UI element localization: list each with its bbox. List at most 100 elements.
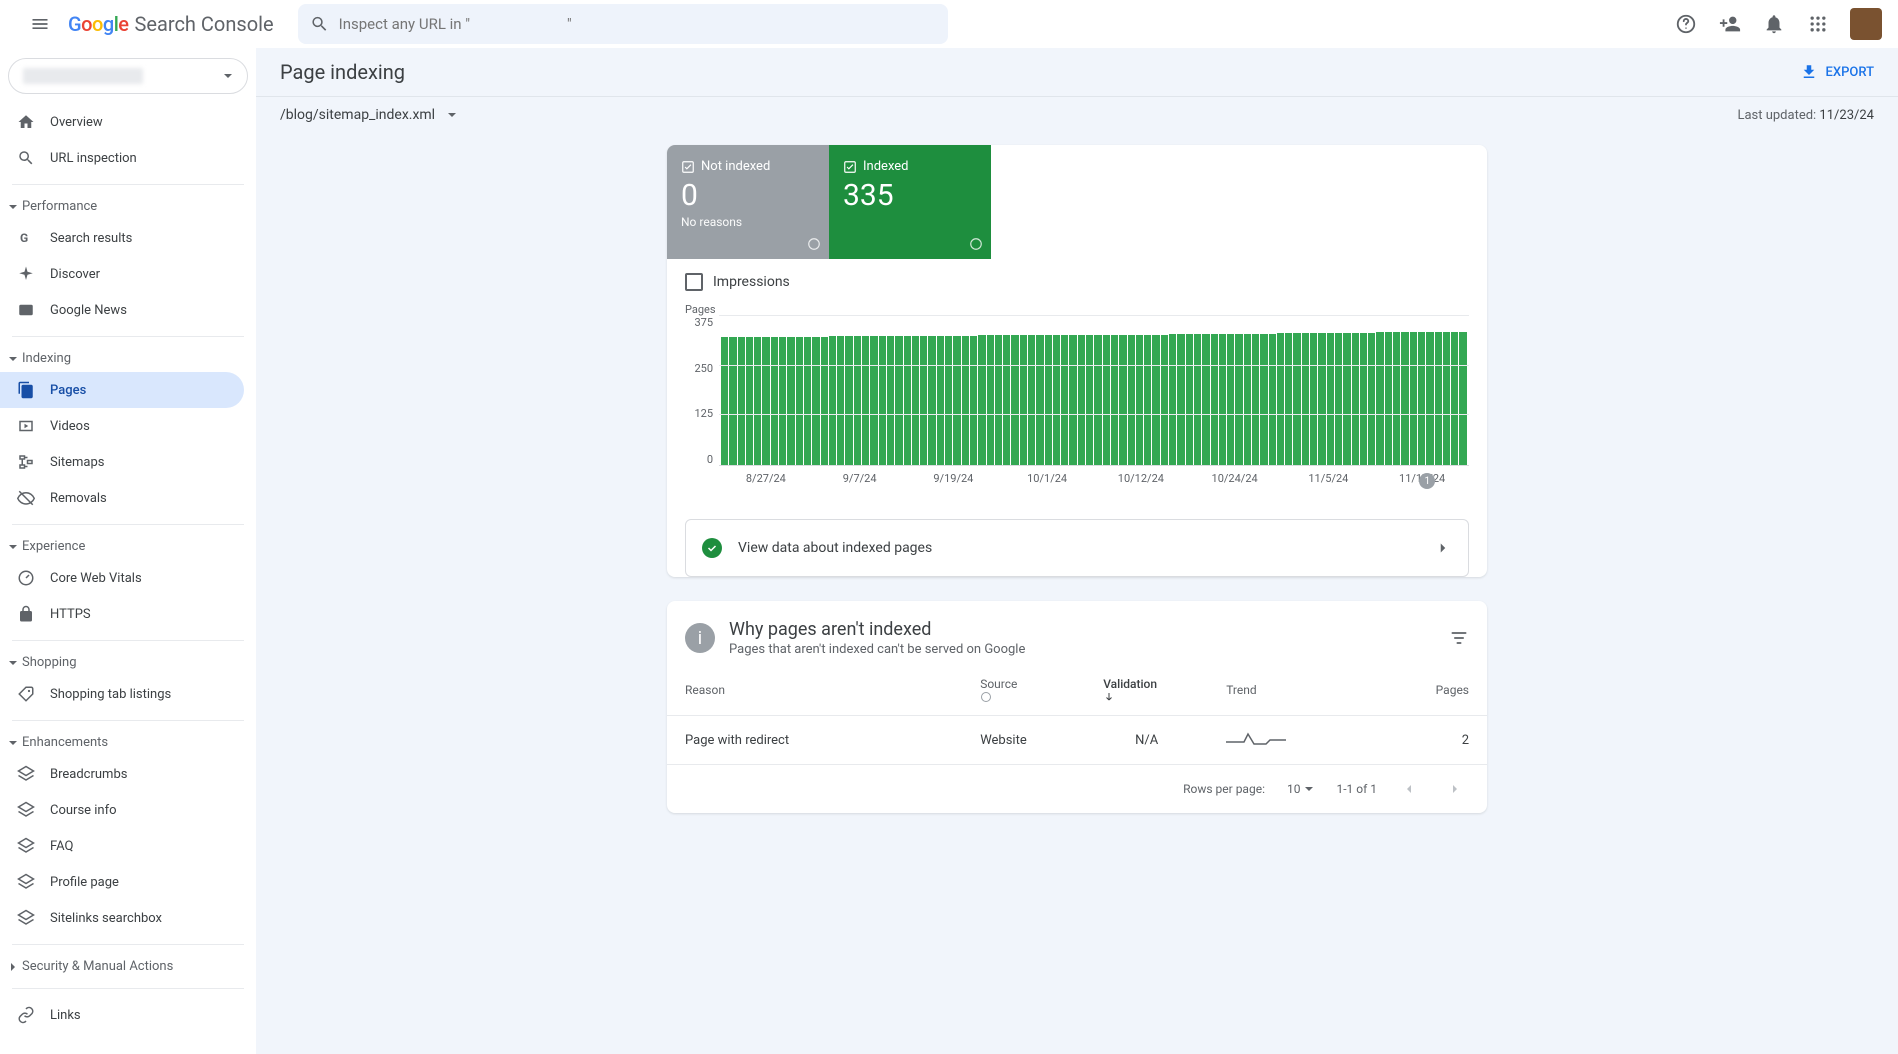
sidebar-section-enhancements[interactable]: Enhancements <box>0 729 256 756</box>
layers-icon <box>17 909 35 927</box>
sidebar-item-url-inspection[interactable]: URL inspection <box>0 140 244 176</box>
reasons-title: Why pages aren't indexed <box>729 619 1025 640</box>
chevron-down-icon <box>1304 784 1314 794</box>
search-icon <box>17 149 35 167</box>
checkbox-icon <box>843 160 857 174</box>
pages-chart: Pages 3752501250 1 8/27/249/7/249/19/241… <box>667 297 1487 503</box>
sidebar-item-removals[interactable]: Removals <box>0 480 244 516</box>
top-header: Google Search Console <box>0 0 1898 48</box>
chevron-right-icon <box>1434 539 1452 557</box>
chevron-down-icon <box>8 202 18 212</box>
sidebar-item-core-web-vitals[interactable]: Core Web Vitals <box>0 560 244 596</box>
property-name-redacted <box>23 68 143 84</box>
pager-prev[interactable] <box>1395 775 1423 803</box>
property-selector[interactable] <box>8 58 248 94</box>
sidebar-section-shopping[interactable]: Shopping <box>0 649 256 676</box>
link-icon <box>17 1006 35 1024</box>
table-pager: Rows per page: 10 1-1 of 1 <box>667 765 1487 813</box>
help-button[interactable] <box>1666 4 1706 44</box>
view-indexed-data-button[interactable]: View data about indexed pages <box>685 519 1469 577</box>
sidebar-item-overview[interactable]: Overview <box>0 104 244 140</box>
chevron-down-icon <box>8 542 18 552</box>
sidebar-item-sitelinks-searchbox[interactable]: Sitelinks searchbox <box>0 900 244 936</box>
discover-icon <box>17 265 35 283</box>
url-inspect-input[interactable] <box>339 15 936 33</box>
product-logo[interactable]: Google Search Console <box>68 12 274 36</box>
content-area: Page indexing EXPORT /blog/sitemap_index… <box>256 48 1898 1054</box>
sidebar-item-discover[interactable]: Discover <box>0 256 244 292</box>
chevron-down-icon <box>8 354 18 364</box>
sidebar-item-pages[interactable]: Pages <box>0 372 244 408</box>
sidebar-item-google-news[interactable]: Google News <box>0 292 244 328</box>
sidebar-item-search-results[interactable]: GSearch results <box>0 220 244 256</box>
download-icon <box>1800 63 1818 81</box>
google-logo: Google <box>68 12 129 36</box>
videos-icon <box>17 417 35 435</box>
sidebar-item-faq[interactable]: FAQ <box>0 828 244 864</box>
chevron-left-icon <box>1401 781 1417 797</box>
check-icon <box>706 542 718 554</box>
chevron-down-icon <box>8 738 18 748</box>
add-user-icon <box>1719 13 1741 35</box>
checkbox-icon <box>681 160 695 174</box>
sort-validation[interactable]: Validation <box>1085 665 1208 716</box>
sidebar-label: URL inspection <box>50 151 137 166</box>
sidebar-section-indexing[interactable]: Indexing <box>0 345 256 372</box>
reasons-table: Reason Source Validation Trend Pages Pag… <box>667 665 1487 765</box>
news-icon <box>17 301 35 319</box>
lock-icon <box>17 605 35 623</box>
chart-y-axis: 3752501250 <box>685 316 719 466</box>
filter-icon <box>1449 628 1469 648</box>
menu-button[interactable] <box>16 0 64 48</box>
help-icon[interactable] <box>980 691 992 703</box>
sidebar-item-profile-page[interactable]: Profile page <box>0 864 244 900</box>
filter-button[interactable] <box>1449 628 1469 648</box>
url-inspect-search[interactable] <box>298 4 948 44</box>
last-updated: Last updated: 11/23/24 <box>1737 108 1874 123</box>
help-icon <box>969 237 983 251</box>
home-icon <box>17 113 35 131</box>
sidebar-item-course-info[interactable]: Course info <box>0 792 244 828</box>
bell-icon <box>1763 13 1785 35</box>
sidebar: Overview URL inspection Performance GSea… <box>0 48 256 1054</box>
indexing-summary-card: Not indexed 0 No reasons Indexed 335 Imp… <box>667 145 1487 577</box>
sitemap-icon <box>17 453 35 471</box>
users-button[interactable] <box>1710 4 1750 44</box>
sidebar-section-experience[interactable]: Experience <box>0 533 256 560</box>
sidebar-item-videos[interactable]: Videos <box>0 408 244 444</box>
apps-button[interactable] <box>1798 4 1838 44</box>
sidebar-section-security[interactable]: Security & Manual Actions <box>0 953 256 980</box>
chart-x-axis: 8/27/249/7/249/19/2410/1/2410/12/2410/24… <box>719 472 1469 485</box>
page-title: Page indexing <box>280 60 405 84</box>
hamburger-icon <box>30 14 50 34</box>
sidebar-item-sitemaps[interactable]: Sitemaps <box>0 444 244 480</box>
chevron-down-icon <box>223 71 233 81</box>
sidebar-item-breadcrumbs[interactable]: Breadcrumbs <box>0 756 244 792</box>
help-icon <box>807 237 821 251</box>
sidebar-item-https[interactable]: HTTPS <box>0 596 244 632</box>
reason-row[interactable]: Page with redirect Website N/A 2 <box>667 716 1487 765</box>
account-avatar[interactable] <box>1850 8 1882 40</box>
chevron-down-icon <box>8 658 18 668</box>
help-icon <box>1675 13 1697 35</box>
rows-per-page-select[interactable]: 10 <box>1283 778 1319 800</box>
impressions-checkbox[interactable] <box>685 273 703 291</box>
speed-icon <box>17 569 35 587</box>
tile-not-indexed[interactable]: Not indexed 0 No reasons <box>667 145 829 259</box>
notifications-button[interactable] <box>1754 4 1794 44</box>
chart-plot[interactable]: 1 <box>719 316 1469 466</box>
apps-grid-icon <box>1808 14 1828 34</box>
tile-help[interactable] <box>807 237 821 251</box>
pages-icon <box>17 381 35 399</box>
removals-icon <box>17 489 35 507</box>
tile-help[interactable] <box>969 237 983 251</box>
tile-indexed[interactable]: Indexed 335 <box>829 145 991 259</box>
info-icon: i <box>685 623 715 653</box>
sidebar-item-shopping-listings[interactable]: Shopping tab listings <box>0 676 244 712</box>
layers-icon <box>17 765 35 783</box>
export-button[interactable]: EXPORT <box>1800 63 1874 81</box>
sidebar-item-links[interactable]: Links <box>0 997 244 1033</box>
sidebar-section-performance[interactable]: Performance <box>0 193 256 220</box>
pager-next[interactable] <box>1441 775 1469 803</box>
sitemap-filter[interactable]: /blog/sitemap_index.xml <box>280 107 457 123</box>
